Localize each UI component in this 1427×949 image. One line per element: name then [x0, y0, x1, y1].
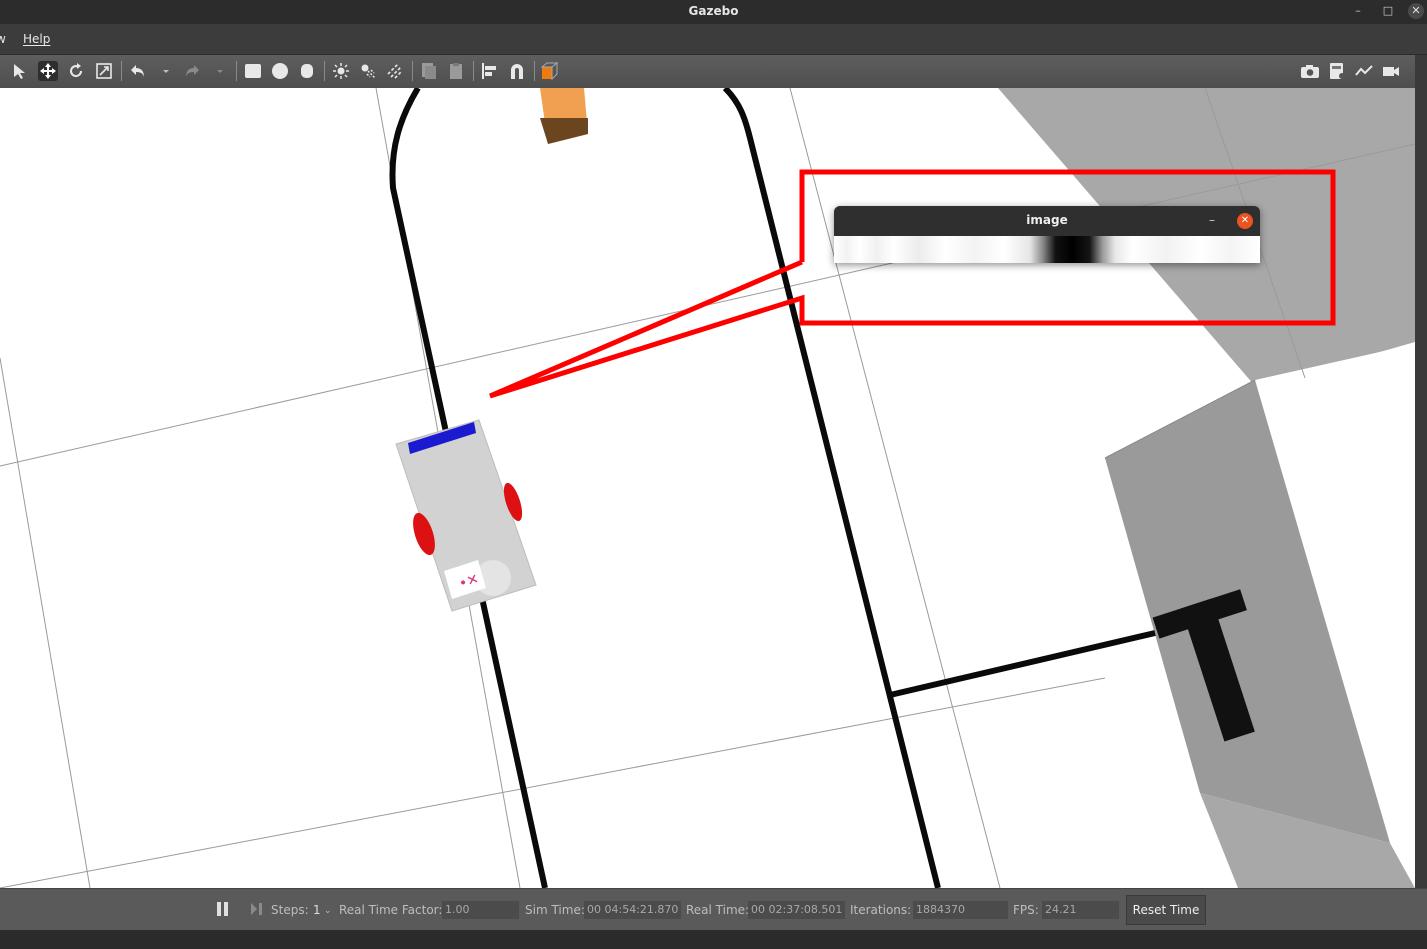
minimize-window-icon[interactable]: – — [1350, 3, 1366, 19]
image-window-header[interactable]: image – ✕ — [834, 206, 1260, 236]
line-follower-robot: •✕ — [395, 419, 537, 612]
orange-box — [540, 88, 588, 144]
menu-bar: w Help — [0, 24, 1427, 54]
paste-icon[interactable] — [446, 61, 466, 81]
sphere-shape-icon[interactable] — [270, 61, 290, 81]
status-bar: Steps: 1 ⌄ Real Time Factor: 1.00 Sim Ti… — [0, 888, 1427, 931]
image-viewer-window[interactable]: image – ✕ — [834, 206, 1260, 263]
menu-view[interactable]: w — [0, 32, 6, 46]
maximize-window-icon[interactable]: □ — [1380, 3, 1396, 19]
toolbar-separator — [324, 61, 325, 81]
rotate-icon[interactable] — [66, 61, 86, 81]
undo-icon[interactable] — [128, 61, 148, 81]
align-icon[interactable] — [480, 61, 500, 81]
select-arrow-icon[interactable] — [10, 61, 30, 81]
real-time-value: 00 02:37:08.501 — [748, 901, 845, 919]
steps-dropdown-icon[interactable]: ⌄ — [324, 906, 332, 916]
camera-screenshot-icon[interactable] — [1300, 61, 1320, 81]
rtf-value: 1.00 — [442, 901, 519, 919]
rtf-label: Real Time Factor: — [339, 903, 443, 917]
copy-icon[interactable] — [419, 61, 439, 81]
window-bottom-edge — [0, 930, 1427, 949]
iterations-label: Iterations: — [850, 903, 912, 917]
box-shape-icon[interactable] — [243, 61, 263, 81]
toolbar-separator — [473, 61, 474, 81]
camera-image-strip — [834, 236, 1260, 263]
directional-light-icon[interactable] — [385, 61, 405, 81]
point-light-icon[interactable] — [331, 61, 351, 81]
plot-icon[interactable] — [1354, 61, 1374, 81]
reset-time-button[interactable]: Reset Time — [1126, 895, 1206, 925]
snap-magnet-icon[interactable] — [507, 61, 527, 81]
fps-value: 24.21 — [1042, 901, 1119, 919]
scale-icon[interactable] — [94, 61, 114, 81]
toolbar-separator — [534, 61, 535, 81]
redo-dropdown-icon[interactable] — [210, 61, 224, 81]
sim-time-value: 00 04:54:21.870 — [584, 901, 681, 919]
real-time-label: Real Time: — [686, 903, 750, 917]
translate-icon[interactable] — [38, 61, 58, 81]
fps-label: FPS: — [1013, 903, 1039, 917]
log-recording-icon[interactable] — [1327, 61, 1347, 81]
close-icon[interactable]: ✕ — [1237, 213, 1253, 229]
redo-icon[interactable] — [182, 61, 202, 81]
close-window-icon[interactable]: ✕ — [1408, 3, 1424, 19]
view-angle-icon[interactable] — [540, 61, 560, 81]
minimize-icon[interactable]: – — [1209, 213, 1215, 227]
step-icon[interactable] — [250, 901, 264, 917]
cylinder-shape-icon[interactable] — [297, 61, 317, 81]
toolbar — [0, 55, 1415, 89]
undo-dropdown-icon[interactable] — [156, 61, 170, 81]
sim-time-label: Sim Time: — [525, 903, 585, 917]
window-title: Gazebo — [688, 4, 739, 18]
steps-label: Steps: — [271, 903, 309, 917]
pause-icon[interactable] — [216, 901, 230, 917]
window-titlebar: Gazebo – □ ✕ — [0, 0, 1427, 24]
right-panel-splitter[interactable] — [1415, 55, 1427, 890]
image-window-title: image — [1026, 213, 1068, 227]
spot-light-icon[interactable] — [358, 61, 378, 81]
toolbar-separator — [412, 61, 413, 81]
steps-value[interactable]: 1 — [313, 903, 321, 917]
menu-help[interactable]: Help — [23, 32, 50, 46]
iterations-value: 1884370 — [913, 901, 1008, 919]
toolbar-separator — [121, 61, 122, 81]
toolbar-separator — [236, 61, 237, 81]
video-record-icon[interactable] — [1381, 61, 1401, 81]
